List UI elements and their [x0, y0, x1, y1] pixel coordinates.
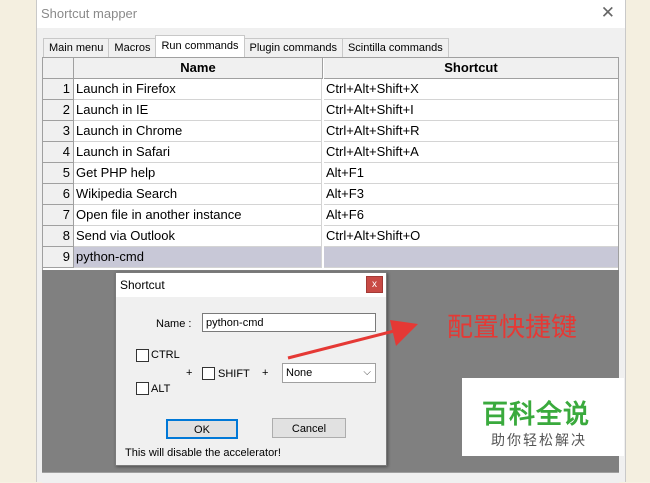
watermark-subtitle: 助你轻松解决 — [491, 433, 587, 449]
tab-macros[interactable]: Macros — [108, 38, 157, 57]
shift-label: SHIFT — [218, 368, 250, 380]
shift-checkbox[interactable] — [202, 367, 215, 380]
tab-scintilla-commands[interactable]: Scintilla commands — [341, 38, 449, 57]
window-titlebar[interactable]: Shortcut mapper ✕ — [37, 0, 625, 28]
ok-button[interactable]: OK — [166, 419, 238, 439]
header-corner — [43, 58, 74, 79]
shortcut-dialog: Shortcut x Name : python-cmd CTRL ALT + … — [115, 272, 387, 466]
shortcut-cell: Ctrl+Alt+Shift+A — [324, 142, 618, 163]
row-number: 4 — [43, 142, 74, 163]
close-icon[interactable]: ✕ — [601, 3, 615, 23]
column-header-name[interactable]: Name — [74, 58, 323, 79]
row-number: 5 — [43, 163, 74, 184]
shortcut-cell: Ctrl+Alt+Shift+O — [324, 226, 618, 247]
command-name-cell: Launch in Safari — [74, 142, 322, 163]
shortcut-cell: Ctrl+Alt+Shift+R — [324, 121, 618, 142]
name-label: Name : — [156, 318, 192, 330]
row-number: 3 — [43, 121, 74, 142]
ctrl-label: CTRL — [151, 349, 180, 361]
command-name-cell: Open file in another instance — [74, 205, 322, 226]
table-row[interactable]: 6 Wikipedia Search Alt+F3 — [43, 184, 618, 205]
row-number: 2 — [43, 100, 74, 121]
key-select-value: None — [286, 367, 313, 379]
table-row[interactable]: 3 Launch in Chrome Ctrl+Alt+Shift+R — [43, 121, 618, 142]
command-name-cell: Launch in IE — [74, 100, 322, 121]
table-row[interactable]: 5 Get PHP help Alt+F1 — [43, 163, 618, 184]
dialog-title: Shortcut — [120, 278, 165, 292]
table-row[interactable]: 8 Send via Outlook Ctrl+Alt+Shift+O — [43, 226, 618, 247]
desktop-background-right — [624, 0, 650, 482]
plus-sign: + — [186, 367, 193, 379]
shortcut-cell: Ctrl+Alt+Shift+X — [324, 79, 618, 100]
dialog-titlebar[interactable]: Shortcut x — [116, 273, 386, 297]
watermark-title: 百科全说 — [482, 400, 591, 430]
table-row[interactable]: 1 Launch in Firefox Ctrl+Alt+Shift+X — [43, 79, 618, 100]
command-name-cell: Launch in Firefox — [74, 79, 322, 100]
shortcut-cell: Alt+F3 — [324, 184, 618, 205]
command-name-cell: Get PHP help — [74, 163, 322, 184]
plus-sign: + — [262, 367, 269, 379]
shortcut-table: Name Shortcut 1 Launch in Firefox Ctrl+A… — [42, 57, 619, 271]
alt-checkbox[interactable] — [136, 382, 149, 395]
watermark: 百科全说 助你轻松解决 — [462, 378, 624, 456]
column-header-shortcut[interactable]: Shortcut — [324, 58, 618, 79]
table-row[interactable]: 4 Launch in Safari Ctrl+Alt+Shift+A — [43, 142, 618, 163]
row-number: 7 — [43, 205, 74, 226]
table-body: 1 Launch in Firefox Ctrl+Alt+Shift+X 2 L… — [43, 79, 618, 268]
command-name-cell: Launch in Chrome — [74, 121, 322, 142]
row-number: 6 — [43, 184, 74, 205]
ctrl-checkbox[interactable] — [136, 349, 149, 362]
table-header: Name Shortcut — [43, 58, 618, 79]
table-row[interactable]: 7 Open file in another instance Alt+F6 — [43, 205, 618, 226]
table-row[interactable]: 2 Launch in IE Ctrl+Alt+Shift+I — [43, 100, 618, 121]
shortcut-cell: Alt+F6 — [324, 205, 618, 226]
accelerator-note: This will disable the accelerator! — [125, 447, 281, 459]
row-number: 1 — [43, 79, 74, 100]
shortcut-cell: Ctrl+Alt+Shift+I — [324, 100, 618, 121]
annotation-text: 配置快捷键 — [447, 313, 578, 343]
desktop-background-left — [0, 0, 36, 482]
command-name-cell: python-cmd — [74, 247, 322, 268]
tab-bar: Main menu Macros Run commands Plugin com… — [43, 35, 449, 57]
command-name-cell: Send via Outlook — [74, 226, 322, 247]
command-name-cell: Wikipedia Search — [74, 184, 322, 205]
window-bottom-edge — [42, 472, 619, 483]
dialog-close-icon[interactable]: x — [366, 276, 383, 293]
window-title: Shortcut mapper — [41, 6, 138, 21]
shortcut-cell — [324, 247, 618, 268]
alt-label: ALT — [151, 383, 171, 395]
shortcut-cell: Alt+F1 — [324, 163, 618, 184]
tab-run-commands[interactable]: Run commands — [155, 35, 245, 57]
row-number: 9 — [43, 247, 74, 268]
tab-main-menu[interactable]: Main menu — [43, 38, 110, 57]
row-number: 8 — [43, 226, 74, 247]
table-row-selected[interactable]: 9 python-cmd — [43, 247, 618, 268]
tab-plugin-commands[interactable]: Plugin commands — [243, 38, 343, 57]
cancel-button[interactable]: Cancel — [272, 418, 346, 438]
annotation-arrow-icon — [287, 320, 418, 360]
